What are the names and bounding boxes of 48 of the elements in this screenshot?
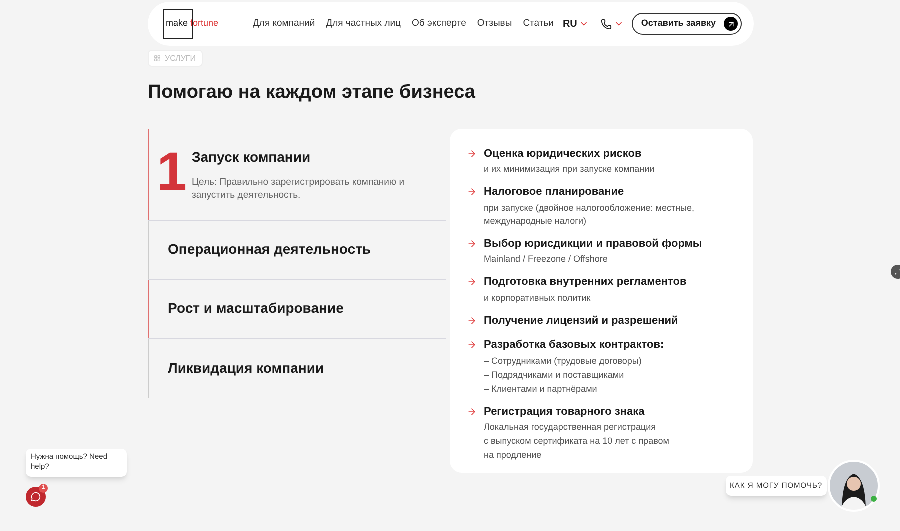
arrow-icon <box>467 148 477 159</box>
service-detail: Mainland / Freezone / Offshore <box>483 253 609 266</box>
service-title: Подготовка внутренних регламентов <box>484 275 687 290</box>
service-title: Выбор юрисдикции и правовой формы <box>484 236 702 252</box>
arrow-icon <box>467 277 477 288</box>
service-detail: Локальная государственная регистрация <box>483 421 658 434</box>
service-title: Налоговое планирование <box>484 185 624 200</box>
arrow-icon <box>467 187 477 198</box>
step-item[interactable]: Рост и масштабирование <box>148 280 446 338</box>
arrow-icon <box>467 406 477 417</box>
service-title: Разработка базовых контрактов: <box>484 338 664 353</box>
service-detail: с выпуском сертификата на 10 лет с правом <box>483 435 670 448</box>
language-selector[interactable]: RU <box>562 16 590 32</box>
step-title: Ликвидация компании <box>168 358 324 378</box>
avatar[interactable] <box>828 460 880 512</box>
arrow-icon <box>467 340 477 350</box>
nav-link[interactable]: Для частных лиц <box>326 16 401 32</box>
service-detail: – Клиентами и партнёрами <box>483 382 598 396</box>
step-item[interactable]: Ликвидация компании <box>148 338 446 398</box>
nav-link[interactable]: Отзывы <box>477 16 512 32</box>
service-detail: и их минимизация при запуске компании <box>483 163 656 176</box>
phone-icon <box>601 18 612 30</box>
service-detail: – Сотрудниками (трудовые договоры) <box>483 354 643 368</box>
request-button[interactable]: Оставить заявку <box>632 13 742 35</box>
step-title: Рост и масштабирование <box>168 299 344 318</box>
nav-link[interactable]: Для компаний <box>253 16 316 32</box>
chat-button[interactable] <box>26 487 46 507</box>
step-title: Запуск компании <box>192 148 312 167</box>
step-description: Цель: Правильно зарегистрировать компанию и запустить деятельность. <box>192 176 406 202</box>
section-title: Помогаю на каждом этапе бизнеса <box>148 81 476 105</box>
chat-icon <box>31 492 41 502</box>
arrow-icon <box>467 238 477 249</box>
service-title: Оценка юридических рисков <box>484 146 642 162</box>
tag-label: УСЛУГИ <box>165 52 196 64</box>
arrow-icon <box>467 316 477 326</box>
service-detail: и корпоративных политик <box>483 292 592 304</box>
service-detail: – Подрядчиками и поставщиками <box>483 368 626 382</box>
nav-link[interactable]: Об эксперте <box>412 16 466 32</box>
service-title: Регистрация товарного знака <box>484 404 645 420</box>
grid-icon <box>154 55 161 62</box>
nav-link[interactable]: Статьи <box>523 16 554 32</box>
phone-menu[interactable] <box>601 18 624 30</box>
service-title: Получение лицензий и разрешений <box>484 314 678 328</box>
step-item[interactable]: Операционная деятельность <box>148 220 446 280</box>
service-detail: на продление <box>483 449 543 462</box>
step-number: 1 <box>157 146 188 196</box>
step-title: Операционная деятельность <box>168 240 372 259</box>
service-detail: при запуске (двойное налогообложение: местные, международные налоги) <box>483 202 696 228</box>
